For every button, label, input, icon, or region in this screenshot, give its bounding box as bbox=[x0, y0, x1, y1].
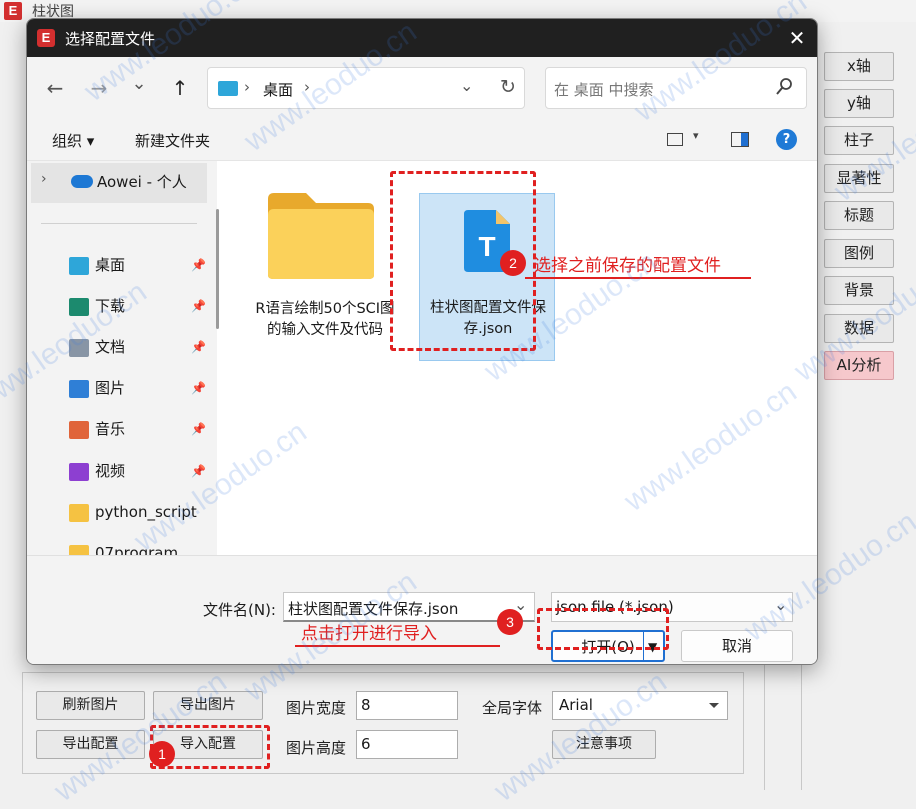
right-panel-button[interactable]: 标题 bbox=[824, 201, 894, 230]
step2-underline bbox=[525, 277, 751, 279]
step2-badge: 2 bbox=[500, 250, 526, 276]
sidebar-item-label: 视频 bbox=[95, 462, 126, 480]
pin-icon[interactable]: 📌 bbox=[191, 335, 206, 359]
sidebar-item-label: 桌面 bbox=[95, 256, 126, 274]
image-width-input[interactable]: 8 bbox=[356, 691, 458, 720]
notes-button[interactable]: 注意事项 bbox=[552, 730, 656, 759]
right-panel-button[interactable]: x轴 bbox=[824, 52, 894, 81]
sidebar-item[interactable]: 视频 📌 bbox=[69, 459, 206, 483]
music-icon bbox=[69, 420, 89, 439]
export-config-button[interactable]: 导出配置 bbox=[36, 730, 145, 759]
filetype-dropdown-chevron-icon[interactable]: ⌄ bbox=[774, 595, 787, 614]
filename-label: 文件名(N): bbox=[203, 601, 276, 619]
search-box[interactable]: 在 桌面 中搜索 bbox=[545, 67, 807, 109]
close-icon[interactable]: ✕ bbox=[783, 25, 811, 51]
sidebar-item[interactable]: 音乐 📌 bbox=[69, 417, 206, 441]
folder-icon bbox=[268, 193, 374, 279]
global-font-select[interactable]: Arial bbox=[552, 691, 728, 720]
cancel-button[interactable]: 取消 bbox=[681, 630, 793, 662]
help-icon[interactable]: ? bbox=[776, 129, 797, 150]
refresh-image-button[interactable]: 刷新图片 bbox=[36, 691, 145, 720]
pin-icon[interactable]: 📌 bbox=[191, 376, 206, 400]
dialog-footer: 文件名(N): 柱状图配置文件保存.json ⌄ json file (*.js… bbox=[27, 555, 817, 664]
dialog-logo-icon: E bbox=[37, 29, 55, 47]
sidebar-item[interactable]: 桌面 📌 bbox=[69, 253, 206, 277]
sidebar-scrollbar[interactable] bbox=[216, 209, 219, 329]
onedrive-cloud-icon bbox=[71, 175, 93, 188]
right-panel-button[interactable]: 显著性 bbox=[824, 164, 894, 193]
search-icon bbox=[776, 77, 794, 101]
forward-arrow-icon[interactable]: → bbox=[85, 74, 113, 102]
sidebar-divider bbox=[41, 223, 197, 224]
pin-icon[interactable]: 📌 bbox=[191, 253, 206, 277]
global-font-label: 全局字体 bbox=[482, 699, 543, 717]
pin-icon[interactable]: 📌 bbox=[191, 417, 206, 441]
right-panel-button[interactable]: y轴 bbox=[824, 89, 894, 118]
navigation-bar: ← → ⌄ ↑ › 桌面 › ⌄ ↻ 在 桌面 中搜索 bbox=[27, 57, 817, 119]
new-folder-button[interactable]: 新建文件夹 bbox=[135, 130, 210, 151]
sidebar-item-label: python_script bbox=[95, 503, 197, 521]
right-panel-button[interactable]: 柱子 bbox=[824, 126, 894, 155]
back-arrow-icon[interactable]: ← bbox=[41, 74, 69, 102]
step3-highlight-box bbox=[537, 608, 669, 650]
sidebar-cloud-label: Aowei - 个人 bbox=[97, 173, 187, 191]
right-panel-button[interactable]: AI分析 bbox=[824, 351, 894, 380]
breadcrumb-separator-end: › bbox=[304, 78, 310, 96]
pictures-icon bbox=[69, 379, 89, 398]
view-mode-icon[interactable] bbox=[667, 133, 683, 146]
image-height-label: 图片高度 bbox=[286, 739, 347, 757]
expand-chevron-icon[interactable]: › bbox=[41, 171, 47, 187]
filename-value: 柱状图配置文件保存.json bbox=[288, 600, 459, 618]
right-panel-button[interactable]: 数据 bbox=[824, 314, 894, 343]
desktop-icon bbox=[218, 81, 238, 96]
step3-badge: 3 bbox=[497, 609, 523, 635]
refresh-icon[interactable]: ↻ bbox=[500, 76, 516, 98]
navigation-pane: › Aowei - 个人 桌面 📌 下载 📌 文档 📌 图片 📌 音乐 📌 视频 📌 python_sc… bbox=[27, 161, 219, 563]
desktop-icon bbox=[69, 256, 89, 275]
preview-pane-icon[interactable] bbox=[731, 132, 749, 147]
folder-icon bbox=[69, 503, 89, 522]
search-input[interactable]: 在 桌面 中搜索 bbox=[554, 79, 654, 100]
sidebar-item[interactable]: 文档 📌 bbox=[69, 335, 206, 359]
sidebar-item[interactable]: python_script bbox=[69, 500, 197, 524]
app-logo-icon: E bbox=[4, 2, 22, 20]
sidebar-item-label: 下载 bbox=[95, 297, 126, 315]
global-font-value: Arial bbox=[559, 696, 593, 714]
step1-badge: 1 bbox=[149, 741, 175, 767]
export-image-button[interactable]: 导出图片 bbox=[153, 691, 263, 720]
sidebar-item-label: 文档 bbox=[95, 338, 126, 356]
sidebar-item-label: 图片 bbox=[95, 379, 126, 397]
sidebar-item[interactable]: 图片 📌 bbox=[69, 376, 206, 400]
pin-icon[interactable]: 📌 bbox=[191, 459, 206, 483]
breadcrumb-location[interactable]: 桌面 bbox=[263, 79, 293, 100]
step3-underline bbox=[295, 645, 500, 647]
document-icon bbox=[69, 338, 89, 357]
dialog-title: 选择配置文件 bbox=[65, 30, 156, 48]
recent-locations-chevron-icon[interactable]: ⌄ bbox=[125, 70, 153, 98]
chevron-down-icon bbox=[709, 703, 719, 708]
organize-menu[interactable]: 组织 ▾ bbox=[52, 130, 94, 151]
address-dropdown-chevron-icon[interactable]: ⌄ bbox=[460, 76, 473, 95]
breadcrumb-separator: › bbox=[244, 78, 250, 96]
file-name: R语言绘制50个SCI图的输入文件及代码 bbox=[255, 301, 395, 338]
view-dropdown-chevron-icon[interactable]: ▾ bbox=[693, 129, 699, 142]
right-panel-button[interactable]: 图例 bbox=[824, 239, 894, 268]
sidebar-item[interactable]: 下载 📌 bbox=[69, 294, 206, 318]
step3-annotation-text: 点击打开进行导入 bbox=[301, 624, 437, 644]
file-item-folder[interactable]: R语言绘制50个SCI图的输入文件及代码 bbox=[255, 181, 395, 366]
image-width-label: 图片宽度 bbox=[286, 699, 347, 717]
download-icon bbox=[69, 297, 89, 316]
command-bar: 组织 ▾ 新建文件夹 ▾ ? bbox=[27, 119, 817, 161]
up-arrow-icon[interactable]: ↑ bbox=[166, 74, 194, 102]
video-icon bbox=[69, 462, 89, 481]
step2-annotation-text: 选择之前保存的配置文件 bbox=[534, 256, 721, 276]
right-panel-button[interactable]: 背景 bbox=[824, 276, 894, 305]
pin-icon[interactable]: 📌 bbox=[191, 294, 206, 318]
image-height-input[interactable]: 6 bbox=[356, 730, 458, 759]
sidebar-item-label: 音乐 bbox=[95, 420, 126, 438]
address-bar[interactable]: › 桌面 › ⌄ ↻ bbox=[207, 67, 525, 109]
